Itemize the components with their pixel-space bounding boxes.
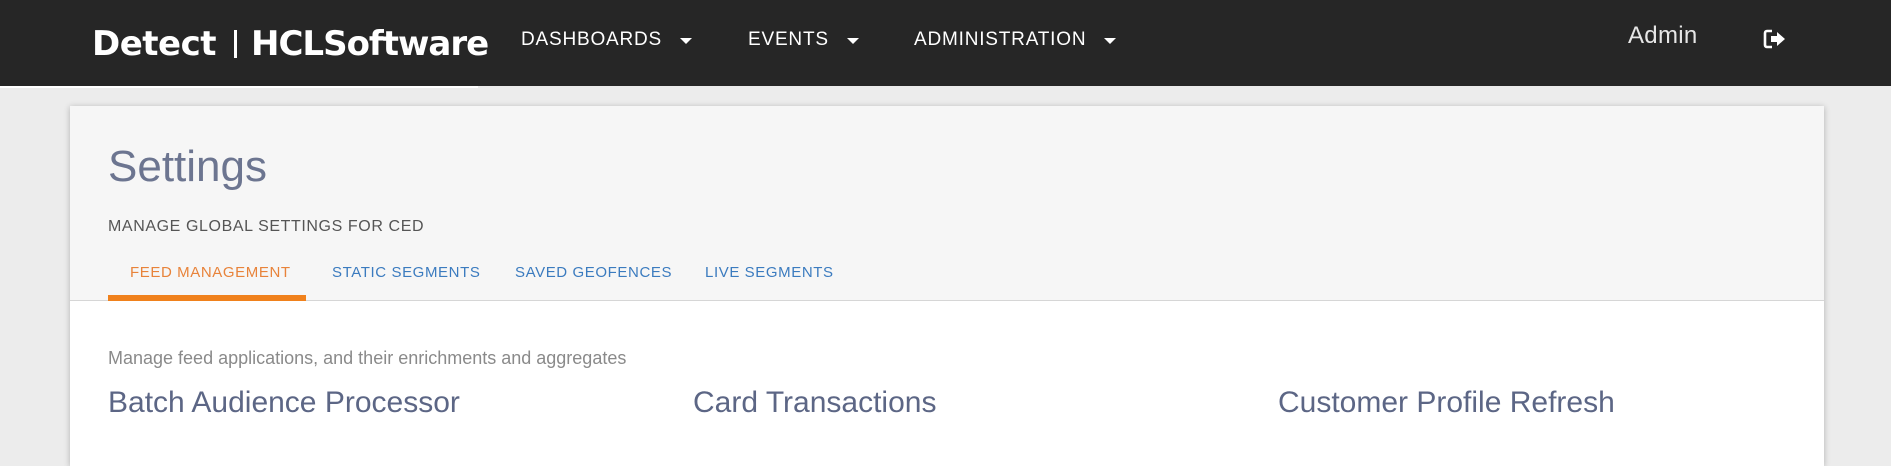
tab-feed-management[interactable]: FEED MANAGEMENT (130, 264, 291, 294)
tab-saved-geofences[interactable]: SAVED GEOFENCES (515, 264, 672, 294)
caret-down-icon (846, 38, 859, 44)
sign-out-icon[interactable] (1762, 26, 1788, 52)
logo[interactable]: Detect HCLSoftware (92, 24, 489, 64)
tab-static-segments[interactable]: STATIC SEGMENTS (332, 264, 480, 294)
nav-administration[interactable]: ADMINISTRATION (914, 28, 1117, 52)
feed-management-description: Manage feed applications, and their enri… (108, 348, 627, 368)
page-subtitle: MANAGE GLOBAL SETTINGS FOR CED (108, 218, 425, 235)
caret-down-icon (1104, 38, 1117, 44)
user-menu[interactable]: Admin (1628, 22, 1698, 54)
feed-app-title[interactable]: Customer Profile Refresh (1278, 386, 1615, 420)
page-title: Settings (108, 142, 267, 191)
logo-product: Detect (92, 24, 217, 64)
nav-administration-label: ADMINISTRATION (914, 29, 1087, 50)
nav-events-label: EVENTS (748, 29, 829, 50)
top-navigation-bar: Detect HCLSoftware DASHBOARDS EVENTS ADM… (0, 0, 1891, 86)
tab-live-segments[interactable]: LIVE SEGMENTS (705, 264, 834, 294)
feed-app-title[interactable]: Card Transactions (693, 386, 936, 420)
settings-header: Settings MANAGE GLOBAL SETTINGS FOR CED … (70, 106, 1824, 301)
nav-dashboards-label: DASHBOARDS (521, 29, 663, 50)
active-tab-indicator (108, 295, 306, 301)
settings-card: Settings MANAGE GLOBAL SETTINGS FOR CED … (70, 106, 1824, 466)
nav-events[interactable]: EVENTS (748, 28, 859, 52)
logo-company: HCLSoftware (251, 24, 489, 64)
feed-app-title[interactable]: Batch Audience Processor (108, 386, 460, 420)
logo-separator (234, 30, 238, 58)
nav-dashboards[interactable]: DASHBOARDS (521, 28, 693, 52)
logo-underline (0, 86, 478, 88)
caret-down-icon (680, 38, 693, 44)
